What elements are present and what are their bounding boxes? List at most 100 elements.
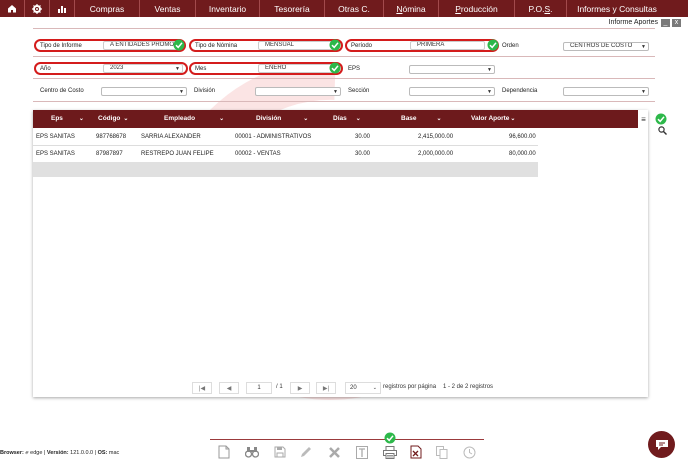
centro-costo-label: Centro de Costo: [40, 88, 84, 94]
periodo-select[interactable]: PRIMERA: [410, 41, 485, 50]
check-icon: [487, 39, 499, 51]
cell-eps: EPS SANITAS: [36, 151, 75, 157]
chat-button[interactable]: [648, 431, 675, 458]
check-icon: [329, 39, 341, 51]
menu-otras[interactable]: Otras C.: [325, 0, 384, 17]
mes-select[interactable]: ENERO: [258, 64, 333, 73]
periodo-label: Período: [351, 43, 373, 49]
tipo-nomina-label: Tipo de Nómina: [195, 43, 238, 49]
chevron-down-icon: ⌄: [355, 116, 361, 122]
new-document-icon[interactable]: [216, 444, 232, 460]
records-range: 1 - 2 de 2 registros: [443, 384, 494, 390]
menu-tesoreria[interactable]: Tesorería: [260, 0, 325, 17]
centro-costo-select[interactable]: ▼: [101, 87, 187, 96]
text-icon[interactable]: [354, 444, 370, 460]
top-nav: Compras Ventas Inventario Tesorería Otra…: [0, 0, 688, 17]
chevron-down-icon: ▼: [487, 89, 492, 95]
chevron-down-icon: ▼: [179, 89, 184, 95]
chevron-down-icon: ▼: [641, 44, 646, 50]
check-icon: [329, 62, 341, 74]
page-size-select[interactable]: 20 ⌄: [345, 382, 381, 394]
menu-pos[interactable]: P.O.S.: [515, 0, 567, 17]
browser-info: Browser: ℯ edge | Versión: 121.0.0.0 | O…: [0, 450, 120, 456]
next-page-button[interactable]: ▶: [290, 382, 310, 394]
column-header-valor-aporte[interactable]: Valor Aporte⌄: [471, 110, 515, 128]
dependencia-label: Dependencia: [502, 88, 538, 94]
divider: [33, 78, 655, 79]
chevron-down-icon: ⌄: [510, 116, 516, 122]
chevron-down-icon: ⌄: [78, 116, 84, 122]
search-icon[interactable]: [658, 126, 667, 135]
cell-empleado: RESTREPO JUAN FELIPE: [141, 151, 214, 157]
edge-icon: ℯ: [25, 450, 29, 456]
cell-division: 00002 - VENTAS: [235, 151, 281, 157]
cell-codigo: 987768678: [96, 134, 127, 140]
window-title: Informe Aportes: [608, 19, 658, 26]
column-header-base[interactable]: Base ⌄: [401, 110, 442, 128]
print-icon[interactable]: [382, 444, 398, 460]
column-menu-icon[interactable]: ≡: [639, 112, 648, 126]
dependencia-select[interactable]: ▼: [563, 87, 649, 96]
column-header-dias[interactable]: Días ⌄: [333, 110, 361, 128]
chevron-down-icon: ▼: [333, 89, 338, 95]
divider: [33, 28, 655, 29]
column-header-codigo[interactable]: Código ⌄: [98, 110, 128, 128]
mes-field: Mes ENERO: [189, 62, 343, 75]
first-page-button[interactable]: |◀: [192, 382, 212, 394]
menu-informes[interactable]: Informes y Consultas: [567, 0, 667, 17]
home-icon[interactable]: [0, 0, 25, 17]
anio-select[interactable]: 2023 ▼: [103, 64, 183, 73]
copy-icon[interactable]: [434, 444, 450, 460]
divider: [33, 56, 655, 57]
table-row[interactable]: EPS SANITAS 987768678 SARRIA ALEXANDER 0…: [33, 129, 538, 146]
column-header-division[interactable]: División ⌄: [256, 110, 308, 128]
cell-base: 2,000,000.00: [418, 151, 454, 157]
eps-select[interactable]: ▼: [409, 65, 495, 74]
check-icon: [384, 432, 396, 444]
menu-compras[interactable]: Compras: [75, 0, 140, 17]
gear-icon[interactable]: [25, 0, 50, 17]
division-label: División: [194, 88, 216, 94]
menu-produccion[interactable]: Producción: [439, 0, 515, 17]
totals-row: [33, 162, 538, 177]
excel-export-icon[interactable]: [408, 444, 424, 460]
cell-valor-aporte: 96,600.00: [509, 134, 536, 140]
history-icon[interactable]: [461, 444, 477, 460]
chevron-down-icon: ⌄: [372, 385, 377, 391]
column-header-empleado[interactable]: Empleado ⌄: [164, 110, 224, 128]
eps-label: EPS: [348, 66, 361, 72]
table-row[interactable]: EPS SANITAS 87987897 RESTREPO JUAN FELIP…: [33, 146, 538, 163]
tipo-informe-label: Tipo de Informe: [40, 43, 82, 49]
check-icon[interactable]: [655, 113, 667, 125]
edit-pencil-icon[interactable]: [298, 444, 314, 460]
anio-label: Año: [40, 66, 51, 72]
periodo-field: Período PRIMERA: [345, 39, 499, 52]
menu-inventario[interactable]: Inventario: [196, 0, 260, 17]
last-page-button[interactable]: ▶|: [316, 382, 336, 394]
menu-ventas[interactable]: Ventas: [140, 0, 196, 17]
save-icon[interactable]: [272, 444, 288, 460]
menu-nomina[interactable]: Nómina: [384, 0, 439, 17]
chevron-down-icon: ⌄: [123, 116, 129, 122]
column-header-eps[interactable]: Eps ⌄: [51, 110, 84, 128]
orden-select[interactable]: CENTROS DE COSTO ▼: [563, 42, 649, 51]
cell-dias: 30.00: [355, 134, 371, 140]
minimize-button[interactable]: _: [661, 19, 670, 27]
chevron-down-icon: ▼: [175, 66, 180, 72]
binoculars-icon[interactable]: [244, 444, 260, 460]
chart-icon[interactable]: [50, 0, 75, 17]
tipo-informe-select[interactable]: A ENTIDADES PROMO: [103, 41, 178, 50]
page-total: / 1: [276, 384, 283, 390]
delete-x-icon[interactable]: [326, 444, 342, 460]
seccion-select[interactable]: ▼: [409, 87, 495, 96]
tipo-nomina-select[interactable]: MENSUAL: [258, 41, 333, 50]
close-button[interactable]: x: [672, 19, 681, 27]
chevron-down-icon: ▼: [487, 67, 492, 73]
page-input[interactable]: 1: [246, 382, 272, 394]
division-select[interactable]: ▼: [255, 87, 341, 96]
cell-base: 2,415,000.00: [418, 134, 454, 140]
anio-field: Año 2023 ▼: [34, 62, 188, 75]
chevron-down-icon: ⌄: [436, 116, 442, 122]
page-size-label: registros por página: [383, 384, 437, 390]
prev-page-button[interactable]: ◀: [219, 382, 239, 394]
